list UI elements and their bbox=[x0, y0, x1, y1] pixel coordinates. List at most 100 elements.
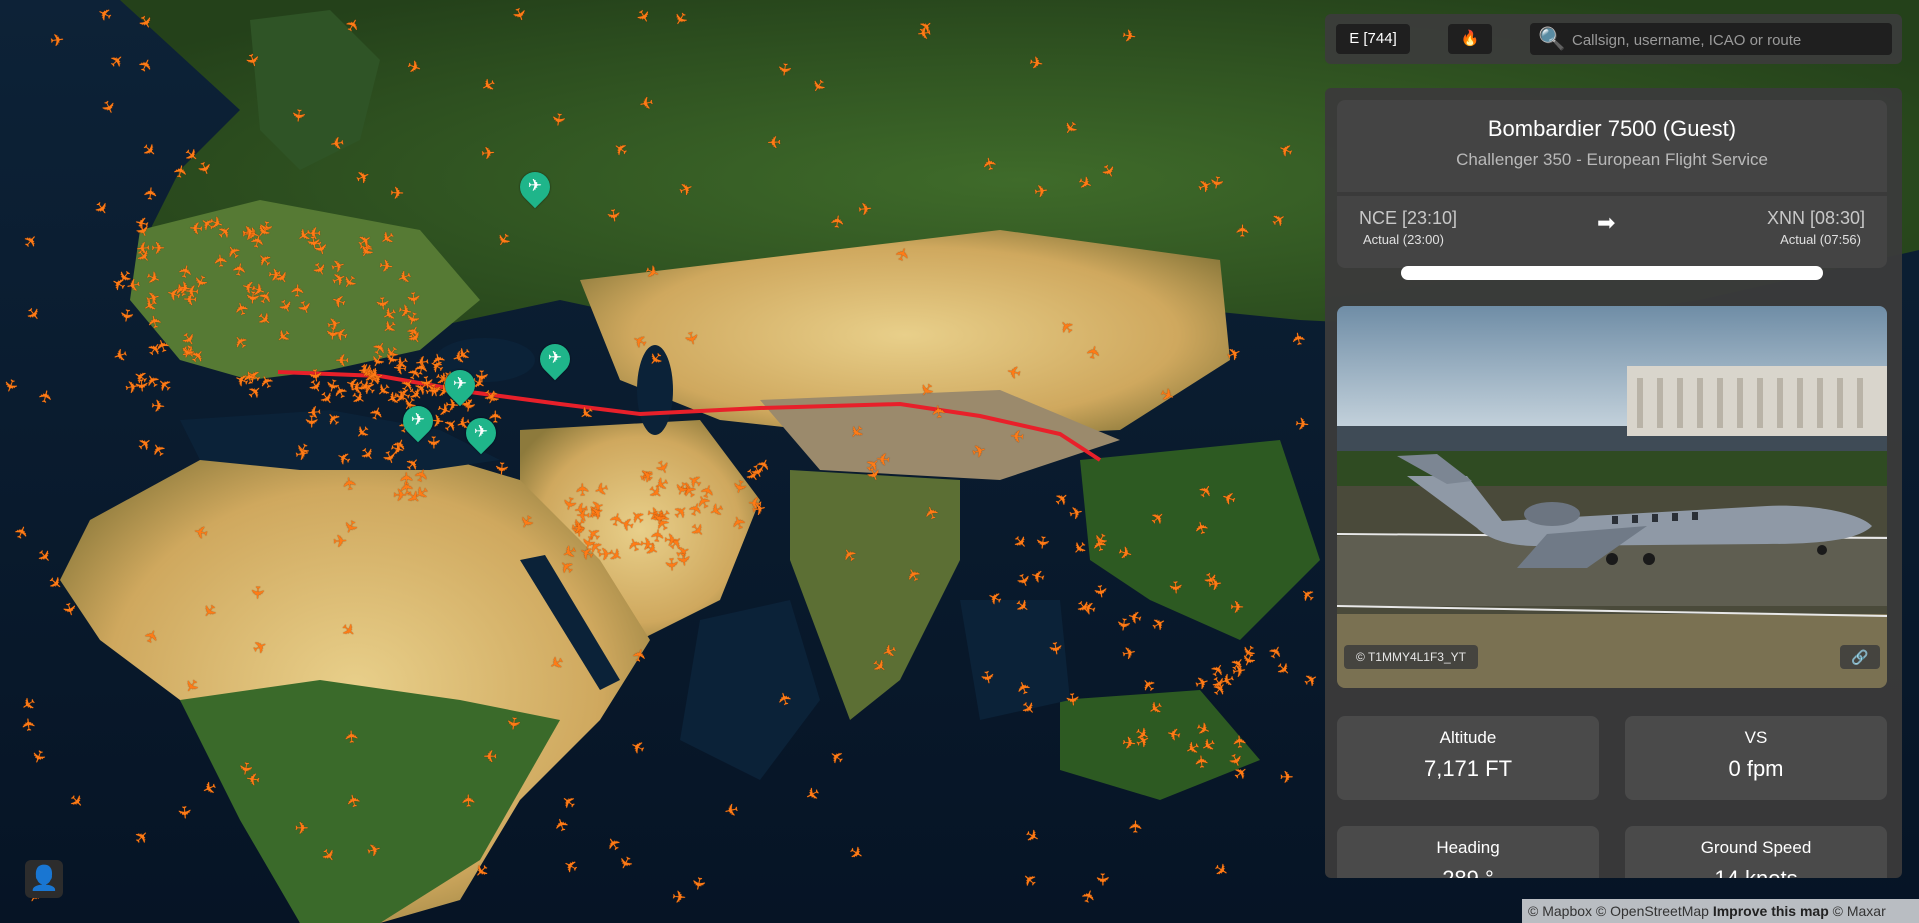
plane-icon[interactable]: ✈ bbox=[480, 143, 496, 163]
plane-icon[interactable]: ✈ bbox=[828, 213, 849, 230]
photo-credit[interactable]: © T1MMY4L1F3_YT bbox=[1344, 645, 1478, 669]
plane-icon[interactable]: ✈ bbox=[141, 185, 161, 201]
plane-icon[interactable]: ✈ bbox=[393, 486, 408, 505]
plane-icon[interactable]: ✈ bbox=[648, 509, 669, 526]
plane-icon[interactable]: ✈ bbox=[115, 306, 136, 323]
improve-map-link[interactable]: Improve this map bbox=[1713, 903, 1829, 919]
plane-icon[interactable]: ✈ bbox=[210, 252, 231, 268]
plane-icon[interactable]: ✈ bbox=[1192, 754, 1212, 770]
plane-icon: ✈ bbox=[547, 348, 563, 367]
search-input[interactable] bbox=[1570, 23, 1884, 57]
search-icon: 🔍 bbox=[1538, 26, 1566, 51]
plane-icon[interactable]: ✈ bbox=[340, 475, 361, 492]
plane-icon: ✈ bbox=[452, 374, 468, 393]
plane-icon[interactable]: ✈ bbox=[124, 274, 142, 296]
plane-icon[interactable]: ✈ bbox=[1230, 598, 1245, 617]
plane-icon[interactable]: ✈ bbox=[294, 444, 311, 465]
origin-actual-time: Actual (23:00) bbox=[1363, 232, 1444, 247]
plane-icon[interactable]: ✈ bbox=[189, 217, 205, 237]
plane-icon[interactable]: ✈ bbox=[1032, 534, 1053, 550]
plane-icon[interactable]: ✈ bbox=[916, 22, 932, 43]
plane-icon[interactable]: ✈ bbox=[332, 532, 348, 552]
flight-info-panel: Bombardier 7500 (Guest) Challenger 350 -… bbox=[1325, 88, 1902, 878]
mapbox-attribution[interactable]: © Mapbox bbox=[1528, 903, 1592, 919]
plane-icon[interactable]: ✈ bbox=[503, 715, 524, 732]
stat-value: 7,171 FT bbox=[1423, 756, 1513, 781]
plane-icon[interactable]: ✈ bbox=[977, 668, 999, 686]
link-icon[interactable]: 🔗 bbox=[1840, 645, 1880, 669]
plane-icon[interactable]: ✈ bbox=[1032, 181, 1049, 202]
plane-icon[interactable]: ✈ bbox=[49, 30, 65, 51]
plane-icon[interactable]: ✈ bbox=[267, 265, 283, 286]
osm-attribution[interactable]: © OpenStreetMap bbox=[1596, 903, 1709, 919]
plane-icon[interactable]: ✈ bbox=[150, 396, 166, 416]
plane-icon[interactable]: ✈ bbox=[295, 820, 309, 837]
plane-icon[interactable]: ✈ bbox=[573, 482, 592, 497]
plane-icon[interactable]: ✈ bbox=[1294, 414, 1310, 435]
stat-value: 0 fpm bbox=[1728, 756, 1784, 781]
plane-icon[interactable]: ✈ bbox=[335, 350, 349, 369]
flight-progress-bar bbox=[1401, 266, 1823, 280]
plane-icon: ✈ bbox=[410, 410, 426, 429]
plane-icon[interactable]: ✈ bbox=[247, 585, 267, 600]
plane-icon[interactable]: ✈ bbox=[1009, 426, 1025, 446]
plane-icon[interactable]: ✈ bbox=[491, 461, 511, 477]
top-toolbar: E [744] 🔥 🔍 bbox=[1325, 14, 1902, 64]
plane-icon[interactable]: ✈ bbox=[472, 369, 491, 384]
stat-label: Ground Speed bbox=[1700, 838, 1812, 857]
plane-icon[interactable]: ✈ bbox=[459, 793, 478, 808]
fire-icon[interactable]: 🔥 bbox=[1448, 24, 1492, 54]
origin-airport[interactable]: NCE [23:10] bbox=[1359, 208, 1457, 229]
plane-icon[interactable]: ✈ bbox=[483, 746, 497, 765]
map-pin[interactable]: ✈ bbox=[459, 411, 503, 455]
plane-icon[interactable]: ✈ bbox=[929, 403, 950, 420]
plane-icon[interactable]: ✈ bbox=[1062, 691, 1083, 707]
plane-icon[interactable]: ✈ bbox=[174, 804, 194, 820]
stat-heading: Heading 289 ° bbox=[1337, 826, 1599, 878]
plane-icon[interactable]: ✈ bbox=[1280, 769, 1294, 786]
plane-icon[interactable]: ✈ bbox=[548, 111, 569, 128]
plane-icon[interactable]: ✈ bbox=[1120, 26, 1137, 47]
plane-icon[interactable]: ✈ bbox=[766, 132, 781, 151]
aircraft-title: Bombardier 7500 (Guest) bbox=[1487, 116, 1737, 141]
plane-icon[interactable]: ✈ bbox=[602, 207, 623, 224]
plane-icon[interactable]: ✈ bbox=[342, 729, 362, 745]
plane-icon[interactable]: ✈ bbox=[672, 888, 688, 908]
plane-icon[interactable]: ✈ bbox=[1165, 580, 1185, 596]
plane-icon[interactable]: ✈ bbox=[288, 107, 309, 123]
map-pin[interactable]: ✈ bbox=[513, 165, 557, 209]
plane-icon: ✈ bbox=[527, 176, 543, 195]
aircraft-subtitle: Challenger 350 - European Flight Service bbox=[1456, 150, 1768, 169]
plane-icon[interactable]: ✈ bbox=[19, 717, 39, 733]
plane-icon[interactable]: ✈ bbox=[378, 256, 395, 277]
map-pin[interactable]: ✈ bbox=[533, 337, 577, 381]
plane-icon[interactable]: ✈ bbox=[1126, 819, 1145, 834]
plane-icon[interactable]: ✈ bbox=[1230, 733, 1250, 749]
plane-icon[interactable]: ✈ bbox=[390, 184, 405, 203]
plane-icon[interactable]: ✈ bbox=[1045, 640, 1066, 657]
plane-icon[interactable]: ✈ bbox=[1112, 616, 1133, 633]
stat-label: Heading bbox=[1436, 838, 1500, 857]
user-icon[interactable]: 👤 bbox=[25, 860, 63, 898]
plane-icon[interactable]: ✈ bbox=[306, 401, 322, 421]
plane-icon[interactable]: ✈ bbox=[750, 499, 768, 521]
map-pin[interactable]: ✈ bbox=[438, 363, 482, 407]
divider bbox=[1337, 192, 1887, 196]
plane-icon[interactable]: ✈ bbox=[1207, 575, 1224, 596]
flight-header-card: Bombardier 7500 (Guest) Challenger 350 -… bbox=[1337, 100, 1887, 280]
plane-icon[interactable]: ✈ bbox=[1234, 223, 1253, 238]
destination-airport[interactable]: XNN [08:30] bbox=[1767, 208, 1865, 229]
filter-button[interactable]: E [744] bbox=[1336, 24, 1410, 54]
plane-icon[interactable]: ✈ bbox=[1092, 873, 1111, 888]
plane-icon[interactable]: ✈ bbox=[328, 132, 345, 153]
plane-icon[interactable]: ✈ bbox=[241, 221, 258, 242]
plane-icon[interactable]: ✈ bbox=[857, 199, 873, 219]
plane-icon[interactable]: ✈ bbox=[597, 545, 613, 565]
plane-icon[interactable]: ✈ bbox=[661, 557, 681, 572]
aircraft-photo: © T1MMY4L1F3_YT 🔗 bbox=[1337, 306, 1887, 688]
map-pin[interactable]: ✈ bbox=[396, 399, 440, 443]
plane-icon[interactable]: ✈ bbox=[288, 283, 308, 298]
plane-icon[interactable]: ✈ bbox=[774, 61, 795, 78]
maxar-attribution[interactable]: © Maxar bbox=[1833, 903, 1886, 919]
plane-icon[interactable]: ✈ bbox=[1231, 661, 1248, 682]
